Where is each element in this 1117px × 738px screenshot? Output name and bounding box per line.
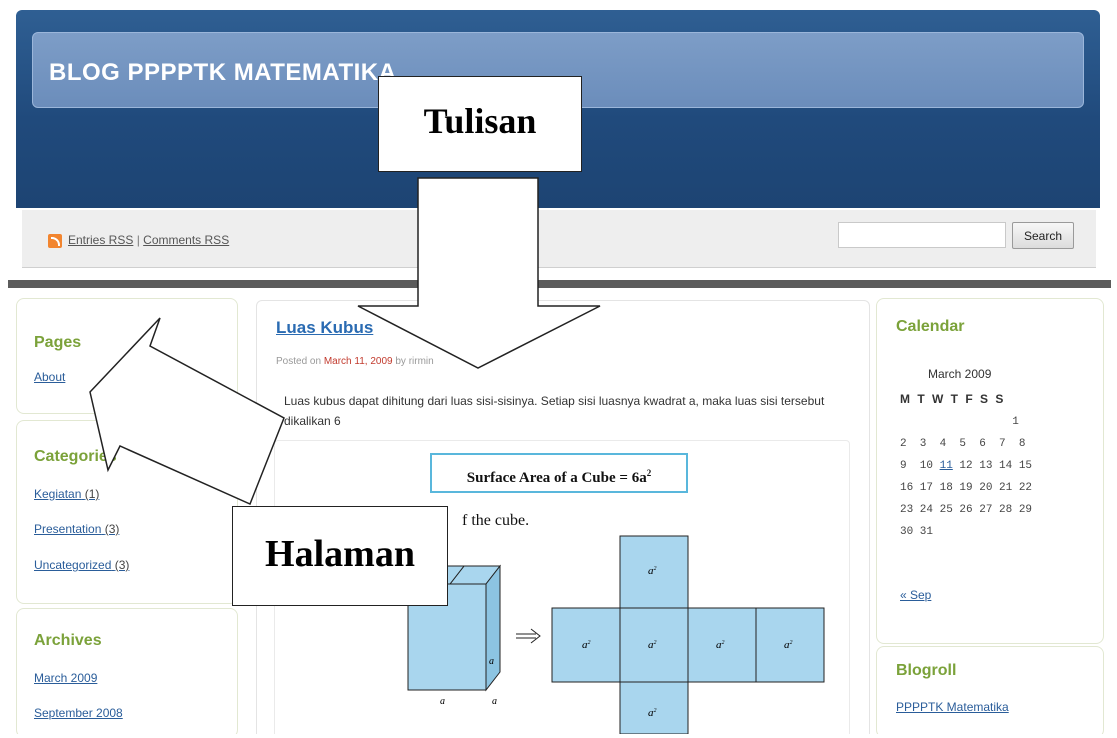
halaman-arrow: [89, 317, 285, 506]
tulisan-label: Tulisan: [378, 76, 582, 172]
halaman-label: Halaman: [232, 506, 448, 606]
tulisan-arrow: [357, 177, 601, 369]
browser-screenshot: BLOG PPPPTK MATEMATIKA Entries RSS | Com…: [8, 6, 1111, 734]
